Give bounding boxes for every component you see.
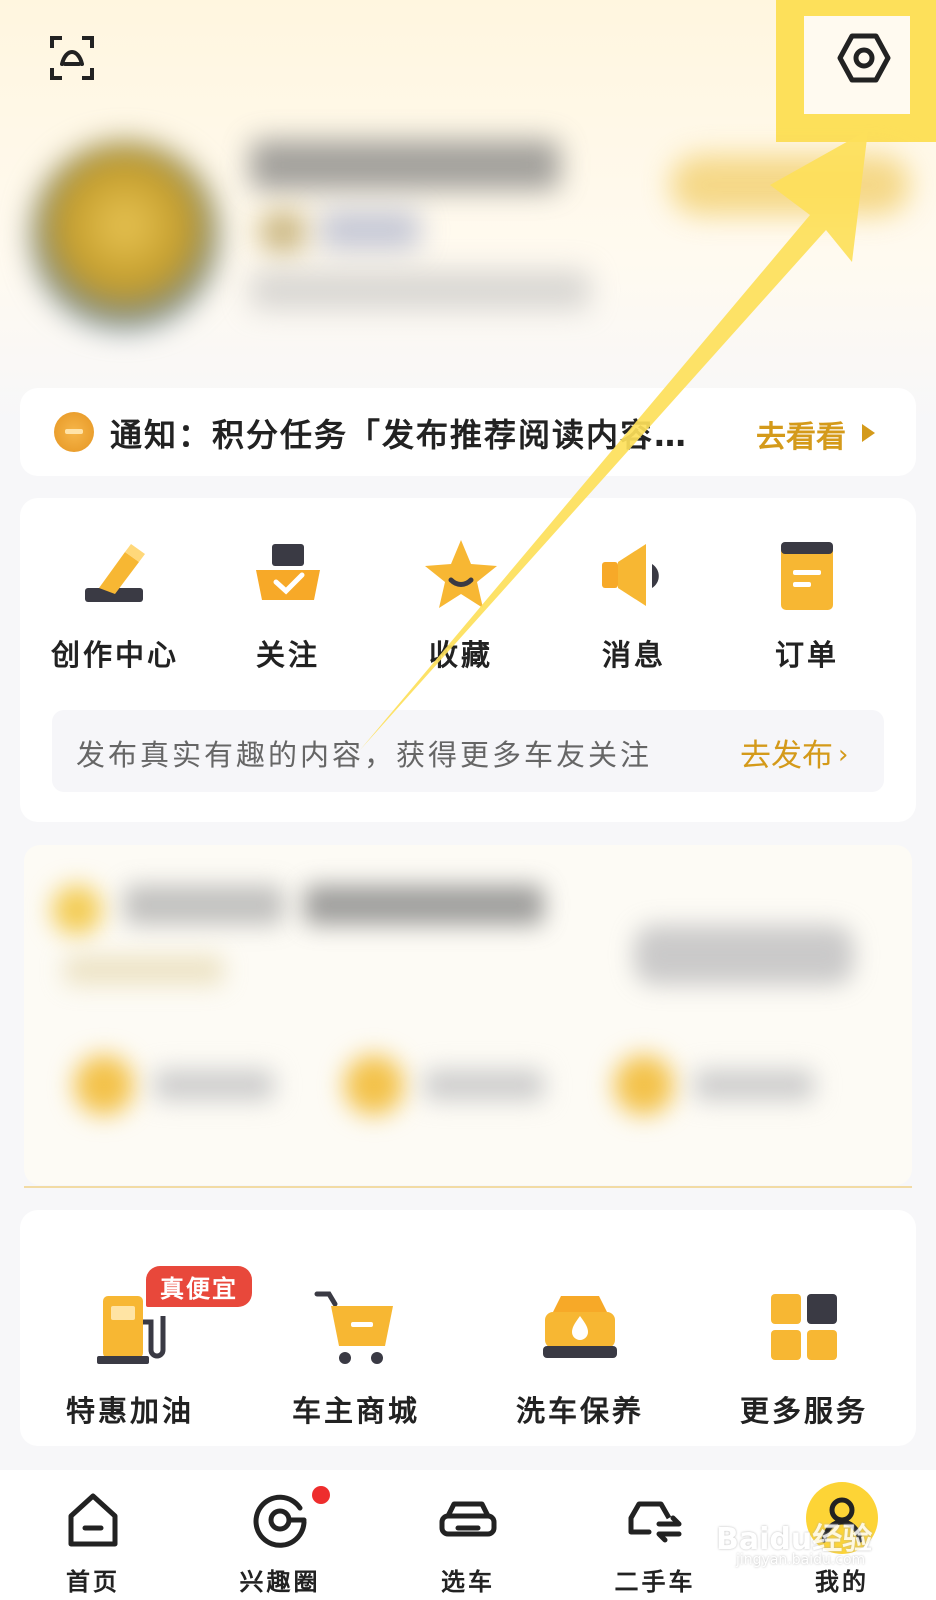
- tab-label: 选车: [441, 1568, 495, 1596]
- tab-used-car[interactable]: 二手车: [575, 1488, 735, 1597]
- car-wash-icon: [543, 1296, 617, 1358]
- action-label: 订单: [774, 638, 839, 672]
- action-label: 收藏: [428, 638, 493, 672]
- action-follow[interactable]: 关注: [213, 536, 363, 674]
- avatar[interactable]: [30, 140, 220, 330]
- scan-face-icon[interactable]: [48, 34, 96, 82]
- service-carwash[interactable]: 洗车保养: [480, 1282, 680, 1430]
- action-label: 关注: [255, 638, 320, 672]
- service-label: 洗车保养: [515, 1394, 644, 1428]
- speaker-icon: [602, 544, 659, 606]
- tab-label: 二手车: [614, 1568, 696, 1596]
- action-create-center[interactable]: 创作中心: [40, 536, 190, 674]
- action-label: 创作中心: [50, 638, 179, 672]
- service-label: 车主商城: [291, 1394, 420, 1428]
- action-messages[interactable]: 消息: [559, 536, 709, 674]
- baidu-watermark-url: jingyan.baidu.com: [736, 1552, 866, 1568]
- pen-create-icon: [85, 544, 145, 602]
- deal-badge: 真便宜: [146, 1266, 252, 1307]
- triangle-right-icon: [862, 424, 875, 442]
- action-favorites[interactable]: 收藏: [386, 536, 536, 674]
- divider: [24, 1186, 912, 1188]
- used-car-icon: [628, 1501, 682, 1543]
- notice-text: 通知：积分任务「发布推荐阅读内容…: [110, 416, 689, 454]
- level-icon: [258, 210, 308, 254]
- chevron-right-icon: ›: [838, 740, 849, 770]
- grid-more-icon: [771, 1294, 837, 1360]
- level-label-blurred: [320, 210, 420, 250]
- star-icon: [425, 540, 497, 608]
- settings-hexagon-icon[interactable]: [836, 30, 892, 86]
- notification-dot: [312, 1486, 330, 1504]
- tab-select-car[interactable]: 选车: [388, 1488, 548, 1597]
- notice-link[interactable]: 去看看: [756, 412, 846, 456]
- service-label: 特惠加油: [65, 1394, 194, 1428]
- username-blurred: [250, 140, 560, 190]
- action-label: 消息: [601, 638, 666, 672]
- interest-circle-icon: [253, 1494, 307, 1548]
- coin-icon: [54, 412, 94, 452]
- action-orders[interactable]: 订单: [732, 536, 882, 674]
- tab-home[interactable]: 首页: [13, 1488, 173, 1597]
- home-icon: [68, 1493, 118, 1547]
- follow-check-icon: [256, 544, 320, 600]
- tab-interest-circle[interactable]: 兴趣圈: [200, 1488, 360, 1597]
- publish-link[interactable]: 去发布: [740, 730, 833, 775]
- car-icon: [439, 1501, 497, 1537]
- service-label: 更多服务: [739, 1394, 868, 1428]
- member-badge-blurred[interactable]: [670, 155, 910, 215]
- blurred-vehicle-card[interactable]: [24, 845, 912, 1185]
- publish-text: 发布真实有趣的内容，获得更多车友关注: [76, 738, 653, 772]
- tab-label: 首页: [66, 1568, 120, 1596]
- shopping-cart-icon: [314, 1291, 393, 1364]
- tab-label: 兴趣圈: [239, 1568, 321, 1596]
- order-icon: [781, 542, 833, 610]
- service-mall[interactable]: 车主商城: [256, 1282, 456, 1430]
- service-more[interactable]: 更多服务: [704, 1282, 904, 1430]
- profile-stats-blurred: [250, 270, 590, 310]
